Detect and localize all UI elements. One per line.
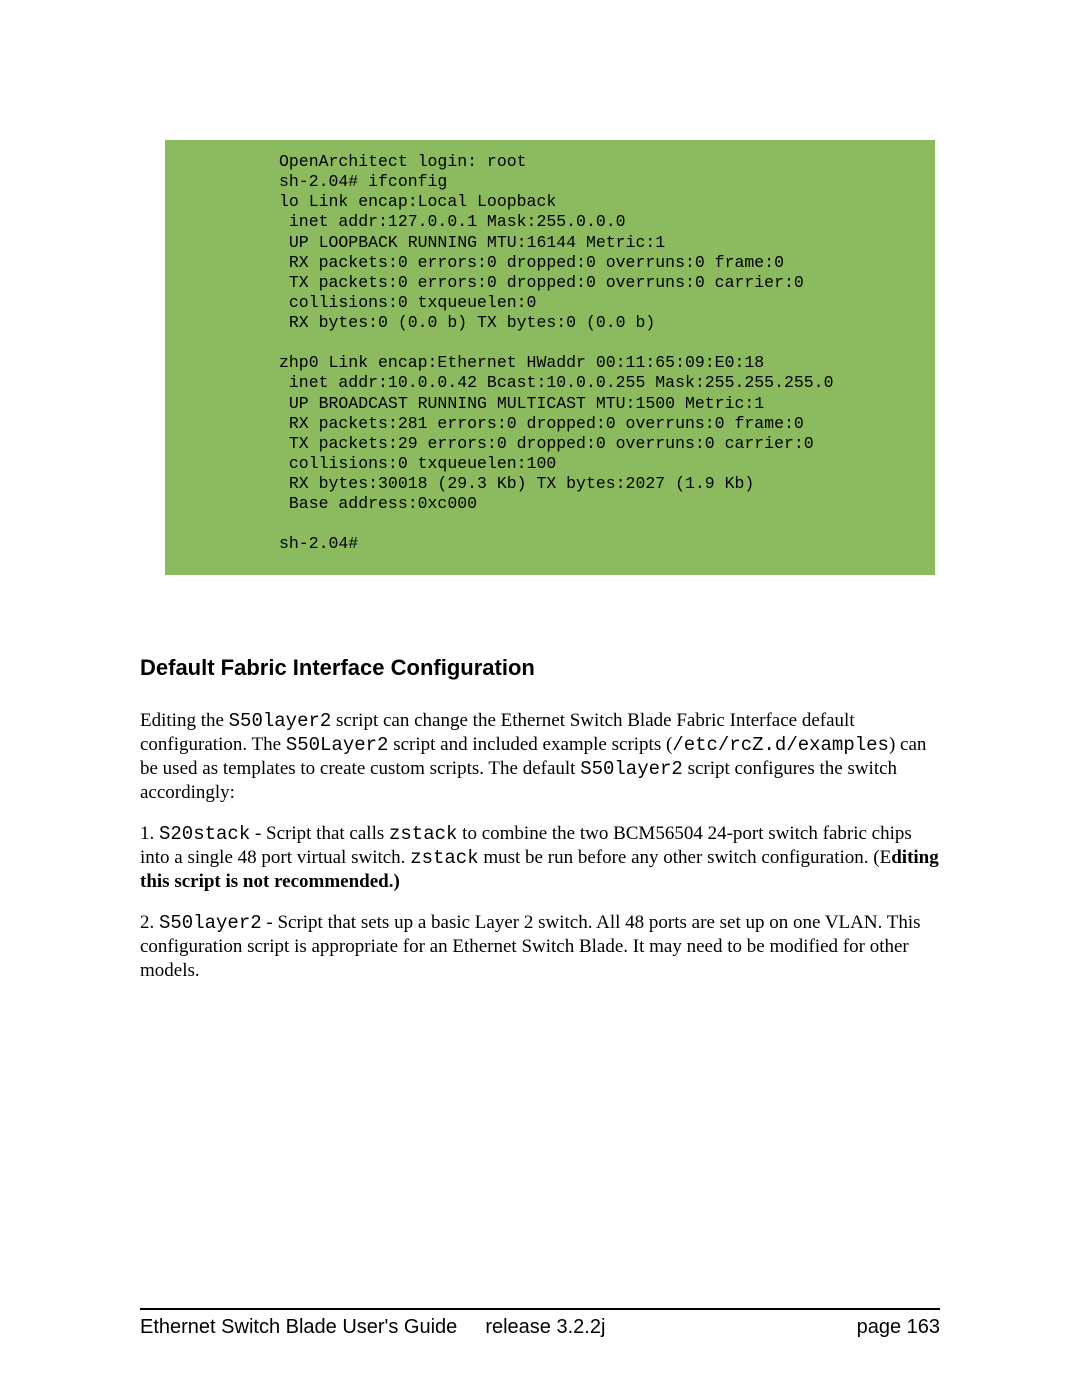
footer-release: release 3.2.2j (457, 1316, 856, 1339)
section-heading: Default Fabric Interface Configuration (140, 655, 940, 681)
paragraph-item-2: 2. S50layer2 - Script that sets up a bas… (140, 911, 940, 984)
page-footer: Ethernet Switch Blade User's Guide relea… (140, 1308, 940, 1339)
text: must be run before any other switch conf… (479, 847, 892, 868)
footer-doc-title: Ethernet Switch Blade User's Guide (140, 1316, 457, 1339)
footer-rule (140, 1308, 940, 1310)
code-inline: S50layer2 (580, 758, 683, 780)
text: 1. (140, 823, 159, 844)
text: 2. (140, 912, 159, 933)
footer-page-number: page 163 (857, 1316, 940, 1339)
terminal-output-block: OpenArchitect login: root sh-2.04# ifcon… (165, 140, 935, 575)
code-inline: S20stack (159, 823, 250, 845)
paragraph-item-1: 1. S20stack - Script that calls zstack t… (140, 822, 940, 895)
text: Editing the (140, 710, 229, 731)
code-inline: zstack (389, 823, 457, 845)
footer-row: Ethernet Switch Blade User's Guide relea… (140, 1316, 940, 1339)
code-inline: zstack (410, 847, 478, 869)
code-inline: S50layer2 (159, 912, 262, 934)
code-inline-path: /etc/rcZ.d/examples (672, 734, 889, 756)
code-inline: S50Layer2 (286, 734, 389, 756)
document-page: OpenArchitect login: root sh-2.04# ifcon… (0, 0, 1080, 1397)
text: - Script that calls (250, 823, 389, 844)
paragraph-intro: Editing the S50layer2 script can change … (140, 709, 940, 806)
text: script and included example scripts ( (388, 734, 672, 755)
code-inline: S50layer2 (229, 710, 332, 732)
